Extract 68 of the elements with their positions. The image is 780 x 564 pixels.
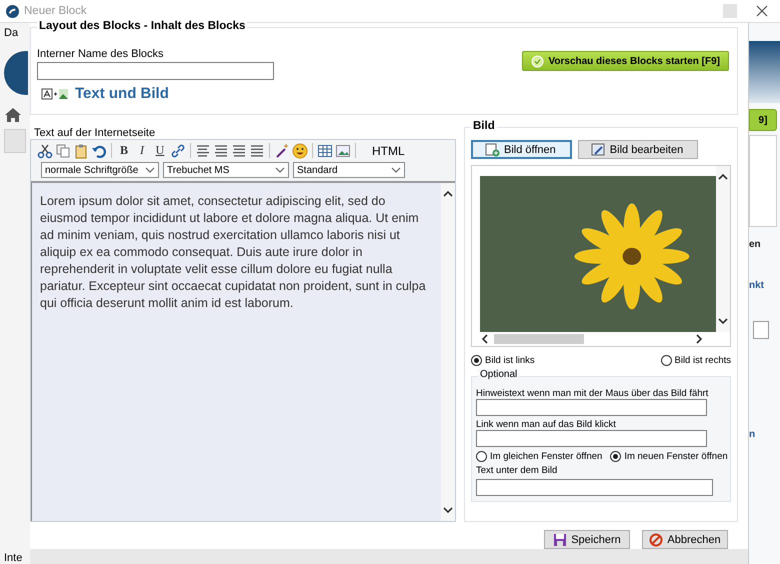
link-text: nkt xyxy=(749,280,765,291)
smiley-icon[interactable] xyxy=(292,142,308,158)
link-text: n xyxy=(749,429,756,440)
menu-text: Da xyxy=(4,27,18,39)
chevron-right-icon[interactable] xyxy=(694,334,704,344)
align-right-icon[interactable] xyxy=(231,142,247,158)
target-radio[interactable]: Im neuen Fenster öffnen xyxy=(610,451,728,462)
status-text: Inte xyxy=(4,552,22,564)
home-icon[interactable] xyxy=(4,107,22,123)
image-icon[interactable] xyxy=(335,142,351,158)
label-text: en xyxy=(749,239,762,250)
group-title: Layout des Blocks - Inhalt des Blocks xyxy=(37,20,248,32)
link-icon[interactable] xyxy=(170,142,186,158)
target-radio[interactable]: Im gleichen Fenster öffnen xyxy=(476,451,602,462)
header-banner xyxy=(749,41,780,103)
save-button[interactable]: Speichern xyxy=(544,530,630,549)
field-label: Link wenn man auf das Bild klickt xyxy=(476,419,617,430)
align-center-icon[interactable] xyxy=(213,142,229,158)
scissors-icon[interactable] xyxy=(37,142,53,158)
position-radio[interactable]: Bild ist rechts xyxy=(660,355,731,366)
field-label: Text unter dem Bild xyxy=(476,465,558,476)
html-button[interactable]: HTML xyxy=(372,144,405,158)
chevron-up-icon[interactable] xyxy=(718,172,728,182)
font-family-dropdown[interactable]: Trebuchet MS xyxy=(163,162,289,178)
justify-icon[interactable] xyxy=(249,142,265,158)
table-icon[interactable] xyxy=(317,142,333,158)
chevron-down-icon[interactable] xyxy=(275,166,285,174)
chevron-up-icon[interactable] xyxy=(443,189,453,199)
caption-input[interactable] xyxy=(476,479,713,496)
chevron-left-icon[interactable] xyxy=(480,334,490,344)
position-radio[interactable]: Bild ist links xyxy=(471,355,535,366)
cancel-button[interactable]: Abbrechen xyxy=(642,530,728,549)
clipboard-icon[interactable] xyxy=(73,142,89,158)
field-label: Interner Name des Blocks xyxy=(37,48,165,60)
chevron-down-icon[interactable] xyxy=(718,316,728,326)
name-input[interactable] xyxy=(37,62,274,80)
window-title: Neuer Block xyxy=(24,5,88,17)
edit-image-button[interactable]: Bild bearbeiten xyxy=(578,140,698,159)
link-input[interactable] xyxy=(476,430,707,447)
wand-icon[interactable] xyxy=(274,142,290,158)
block-type-title: Text und Bild xyxy=(75,85,169,102)
group-title: Optional xyxy=(478,369,520,380)
preview-button[interactable]: Vorschau dieses Blocks starten [F9] xyxy=(522,51,729,71)
hover-text-input[interactable] xyxy=(476,399,707,416)
scrollbar[interactable] xyxy=(441,183,455,521)
underline-button[interactable]: U xyxy=(152,143,168,158)
section-title: Text auf der Internetseite xyxy=(33,127,156,139)
close-icon[interactable] xyxy=(756,5,768,17)
prohibited-icon xyxy=(649,532,664,546)
scrollbar[interactable] xyxy=(716,166,730,332)
group-title: Bild xyxy=(471,120,497,132)
chevron-down-icon[interactable] xyxy=(443,505,453,515)
italic-button[interactable]: I xyxy=(134,143,150,158)
image-edit-icon xyxy=(590,142,606,156)
chevron-down-icon[interactable] xyxy=(391,166,401,174)
preview-button[interactable]: 9] xyxy=(749,109,777,131)
bold-button[interactable]: B xyxy=(116,143,132,158)
text-and-image-icon xyxy=(41,86,69,100)
app-logo-icon xyxy=(6,4,19,18)
field-label: Hinweistext wenn man mit der Maus über das Bild fährt xyxy=(476,388,710,399)
image-add-icon xyxy=(485,142,500,156)
font-size-dropdown[interactable]: normale Schriftgröße xyxy=(41,162,159,178)
align-left-icon[interactable] xyxy=(195,142,211,158)
style-dropdown[interactable]: Standard xyxy=(293,162,405,178)
input-field[interactable] xyxy=(753,321,769,339)
chevron-down-icon[interactable] xyxy=(145,166,155,174)
check-circle-icon xyxy=(531,54,544,68)
open-image-button[interactable]: Bild öffnen xyxy=(471,140,572,159)
